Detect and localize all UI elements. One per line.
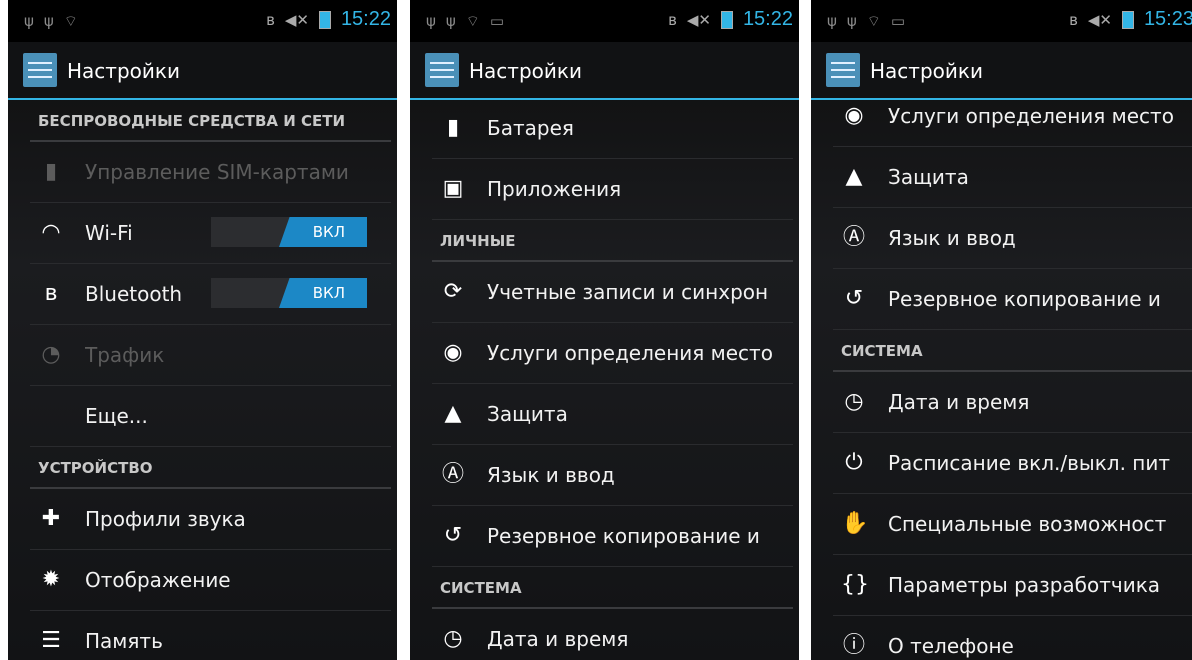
settings-item-accounts[interactable]: ⟳ Учетные записи и синхрон (432, 262, 793, 323)
location-icon: ◉ (443, 340, 463, 365)
hand-icon: ✋ (841, 511, 869, 536)
settings-app-icon[interactable] (23, 53, 57, 87)
settings-item-bluetooth[interactable]: ʙ Bluetooth ВКЛ (30, 264, 391, 325)
mute-icon: ◀✕ (284, 10, 309, 29)
section-header-system: СИСТЕМА (833, 330, 1192, 372)
lock-icon: ▲ (845, 164, 863, 189)
settings-item-location[interactable]: ◉ Услуги определения место (432, 323, 793, 384)
settings-screen-3: ψψ⌔▭ ʙ ◀✕ 15:23 Настройки ◉ Услуги опреде… (811, 0, 1192, 660)
settings-item-wifi[interactable]: ◠ Wi-Fi ВКЛ (30, 203, 391, 264)
settings-app-icon[interactable] (826, 53, 860, 87)
settings-item-datetime[interactable]: ◷ Дата и время (432, 609, 793, 660)
battery-icon (1121, 10, 1134, 29)
bluetooth-status-icon: ʙ (266, 10, 275, 29)
settings-item-sim[interactable]: ▮ Управление SIM-картами (30, 142, 391, 203)
sim-card-icon: ▮ (44, 159, 58, 184)
battery-icon (318, 10, 331, 29)
settings-item-language[interactable]: Ⓐ Язык и ввод (833, 208, 1192, 269)
settings-screen-1: ψψ⌔ ʙ ◀✕ 15:22 Настройки БЕСПРОВОДНЫЕ СР… (8, 0, 397, 660)
page-title: Настройки (469, 59, 582, 83)
keyboard-icon: Ⓐ (441, 462, 464, 487)
battery-icon (720, 10, 733, 29)
settings-item-datetime[interactable]: ◷ Дата и время (833, 372, 1192, 433)
lock-icon: ▲ (444, 401, 462, 426)
notification-icons: ψψ⌔▭ (426, 12, 515, 30)
storage-icon: ☰ (41, 628, 61, 653)
braces-icon: {} (841, 572, 869, 597)
status-bar: ψψ⌔▭ ʙ ◀✕ 15:23 (811, 0, 1192, 42)
settings-item-more[interactable]: Еще... (30, 386, 391, 447)
battery-setting-icon: ▮ (446, 115, 460, 140)
mute-icon: ◀✕ (1087, 10, 1112, 29)
settings-item-apps[interactable]: ▣ Приложения (432, 159, 793, 220)
action-bar: Настройки (410, 42, 799, 100)
settings-item-memory[interactable]: ☰ Память (30, 611, 391, 660)
sync-icon: ⟳ (443, 279, 463, 304)
clock-icon: ◷ (844, 389, 864, 414)
section-header-wireless: БЕСПРОВОДНЫЕ СРЕДСТВА И СЕТИ (30, 100, 391, 142)
data-usage-icon: ◔ (41, 342, 61, 367)
wifi-icon: ◠ (41, 220, 61, 245)
power-schedule-icon: ⏻ (845, 450, 863, 475)
notification-icons: ψψ⌔▭ (827, 12, 916, 30)
settings-item-schedule[interactable]: ⏻ Расписание вкл./выкл. пит (833, 433, 1192, 494)
section-header-system: СИСТЕМА (432, 567, 793, 609)
section-header-device: УСТРОЙСТВО (30, 447, 391, 489)
display-icon: ✹ (41, 567, 61, 592)
apps-icon: ▣ (442, 176, 464, 201)
settings-item-location[interactable]: ◉ Услуги определения место (833, 86, 1192, 147)
settings-item-sound[interactable]: ✚ Профили звука (30, 489, 391, 550)
settings-item-security[interactable]: ▲ Защита (833, 147, 1192, 208)
sound-profile-icon: ✚ (41, 506, 61, 531)
mute-icon: ◀✕ (686, 10, 711, 29)
bluetooth-toggle[interactable]: ВКЛ (211, 278, 367, 308)
bluetooth-status-icon: ʙ (668, 10, 677, 29)
clock: 15:22 (340, 8, 391, 30)
settings-item-battery[interactable]: ▮ Батарея (432, 98, 793, 159)
page-title: Настройки (67, 59, 180, 83)
status-bar: ψψ⌔▭ ʙ ◀✕ 15:22 (410, 0, 799, 42)
settings-item-display[interactable]: ✹ Отображение (30, 550, 391, 611)
settings-item-about[interactable]: ⓘ О телефоне (833, 616, 1192, 660)
settings-item-language[interactable]: Ⓐ Язык и ввод (432, 445, 793, 506)
wifi-toggle[interactable]: ВКЛ (211, 217, 367, 247)
clock: 15:23 (1143, 8, 1192, 30)
bluetooth-icon: ʙ (44, 281, 58, 306)
section-header-personal: ЛИЧНЫЕ (432, 220, 793, 262)
settings-item-backup[interactable]: ↺ Резервное копирование и (432, 506, 793, 567)
info-icon: ⓘ (842, 633, 865, 658)
status-bar: ψψ⌔ ʙ ◀✕ 15:22 (8, 0, 397, 42)
bluetooth-status-icon: ʙ (1069, 10, 1078, 29)
settings-screen-2: ψψ⌔▭ ʙ ◀✕ 15:22 Настройки ▮ Батарея ▣ Прил… (410, 0, 799, 660)
page-title: Настройки (870, 59, 983, 83)
settings-item-backup[interactable]: ↺ Резервное копирование и (833, 269, 1192, 330)
settings-item-traffic[interactable]: ◔ Трафик (30, 325, 391, 386)
location-icon: ◉ (844, 103, 864, 128)
backup-icon: ↺ (443, 523, 463, 548)
settings-item-security[interactable]: ▲ Защита (432, 384, 793, 445)
notification-icons: ψψ⌔ (24, 12, 88, 30)
settings-item-developer[interactable]: {} Параметры разработчика (833, 555, 1192, 616)
backup-icon: ↺ (844, 286, 864, 311)
keyboard-icon: Ⓐ (842, 225, 865, 250)
clock-icon: ◷ (443, 626, 463, 651)
settings-item-accessibility[interactable]: ✋ Специальные возможност (833, 494, 1192, 555)
action-bar: Настройки (8, 42, 397, 100)
clock: 15:22 (742, 8, 793, 30)
settings-app-icon[interactable] (425, 53, 459, 87)
